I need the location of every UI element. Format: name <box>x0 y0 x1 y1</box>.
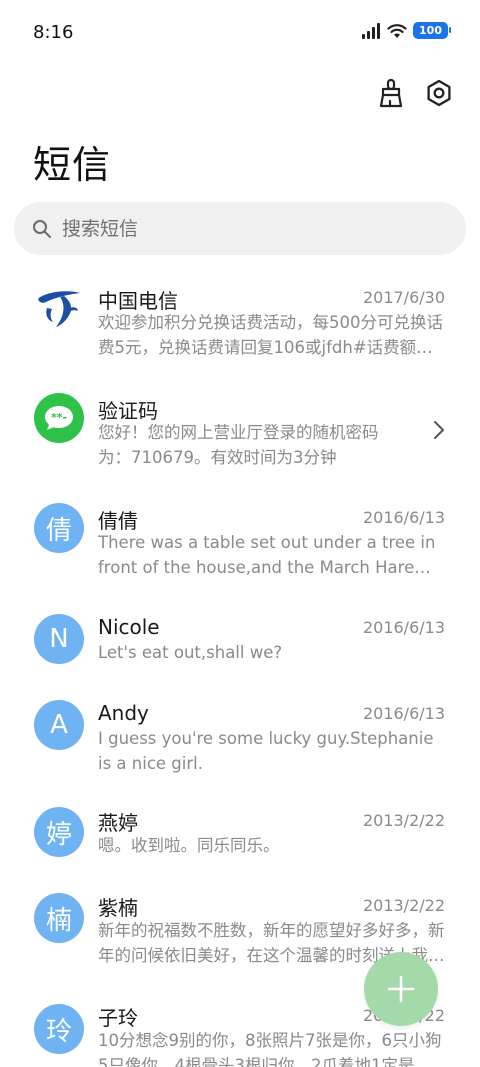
contact-name: 子玲 <box>98 1006 138 1030</box>
contact-avatar: 倩 <box>34 503 84 553</box>
broom-icon <box>379 78 403 108</box>
verification-avatar: **- <box>34 393 84 443</box>
contact-avatar: 婷 <box>34 807 84 857</box>
conversation-row[interactable]: 婷 燕婷 2013/2/22 嗯。收到啦。同乐同乐。 <box>0 795 480 880</box>
contact-avatar: 玲 <box>34 1004 84 1054</box>
conversation-row[interactable]: A Andy 2016/6/13 I guess you're some luc… <box>0 685 480 795</box>
search-input[interactable] <box>62 217 422 240</box>
settings-icon <box>427 79 451 107</box>
message-date: 2013/2/22 <box>362 896 445 915</box>
contact-name: Nicole <box>98 615 160 639</box>
search-icon <box>33 219 51 238</box>
message-preview: Let's eat out,shall we? <box>98 643 283 662</box>
plus-icon <box>387 975 415 1003</box>
message-bubble-icon: **- <box>45 406 73 430</box>
message-date: 2016/6/13 <box>362 508 445 527</box>
conversation-row[interactable]: **- 验证码 您好！您的网上营业厅登录的随机密码为：710679。有效时间为3… <box>0 380 480 490</box>
message-preview: 嗯。收到啦。同乐同乐。 <box>98 836 280 855</box>
new-message-button[interactable] <box>364 952 438 1026</box>
status-time: 8:16 <box>33 22 74 43</box>
message-preview: 10分想念9别的你，8张照片7张是你，6只小狗5只像你，4根骨头3根归你，2爪着… <box>98 1031 442 1067</box>
message-date: 2017/6/30 <box>362 288 445 307</box>
status-bar: 8:16 100 <box>0 0 480 68</box>
contact-avatar: 楠 <box>34 893 84 943</box>
clean-button[interactable] <box>376 76 406 110</box>
message-date: 2016/6/13 <box>362 618 445 637</box>
conversation-row[interactable]: N Nicole 2016/6/13 Let's eat out,shall w… <box>0 600 480 685</box>
china-telecom-logo-icon <box>38 291 80 327</box>
wifi-icon <box>387 23 407 38</box>
message-date: 2013/2/22 <box>362 811 445 830</box>
conversation-row[interactable]: 倩 倩倩 2016/6/13 There was a table set out… <box>0 490 480 600</box>
message-date: 2016/6/13 <box>362 704 445 723</box>
conversation-row[interactable]: 中国电信 2017/6/30 欢迎参加积分兑换话费活动，每500分可兑换话费5元… <box>0 270 480 380</box>
page-title: 短信 <box>33 143 112 187</box>
contact-name: Andy <box>98 701 149 725</box>
svg-text:**-: **- <box>51 411 67 424</box>
messages-screen: 8:16 100 短信 搜索短信 中国电信 2017/6/30 欢迎参加积分兑换… <box>0 0 480 1067</box>
chevron-right-icon[interactable] <box>433 420 445 440</box>
status-icons: 100 <box>361 22 451 39</box>
search-bar[interactable] <box>14 202 466 255</box>
signal-icon <box>362 22 381 39</box>
telecom-avatar <box>34 283 84 333</box>
message-preview: 您好！您的网上营业厅登录的随机密码为：710679。有效时间为3分钟 <box>98 423 379 467</box>
conversation-list: 中国电信 2017/6/30 欢迎参加积分兑换话费活动，每500分可兑换话费5元… <box>0 270 480 1067</box>
contact-name: 燕婷 <box>98 811 138 835</box>
toolbar <box>376 76 454 110</box>
contact-avatar: N <box>34 614 84 664</box>
message-preview: There was a table set out under a tree i… <box>98 533 436 577</box>
battery-indicator: 100 <box>413 22 451 39</box>
settings-button[interactable] <box>424 76 454 110</box>
message-preview: 欢迎参加积分兑换话费活动，每500分可兑换话费5元，兑换话费请回复106或jfd… <box>98 313 443 357</box>
contact-avatar: A <box>34 700 84 750</box>
message-preview: I guess you're some lucky guy.Stephanie … <box>98 729 434 773</box>
contact-name: 紫楠 <box>98 896 138 920</box>
